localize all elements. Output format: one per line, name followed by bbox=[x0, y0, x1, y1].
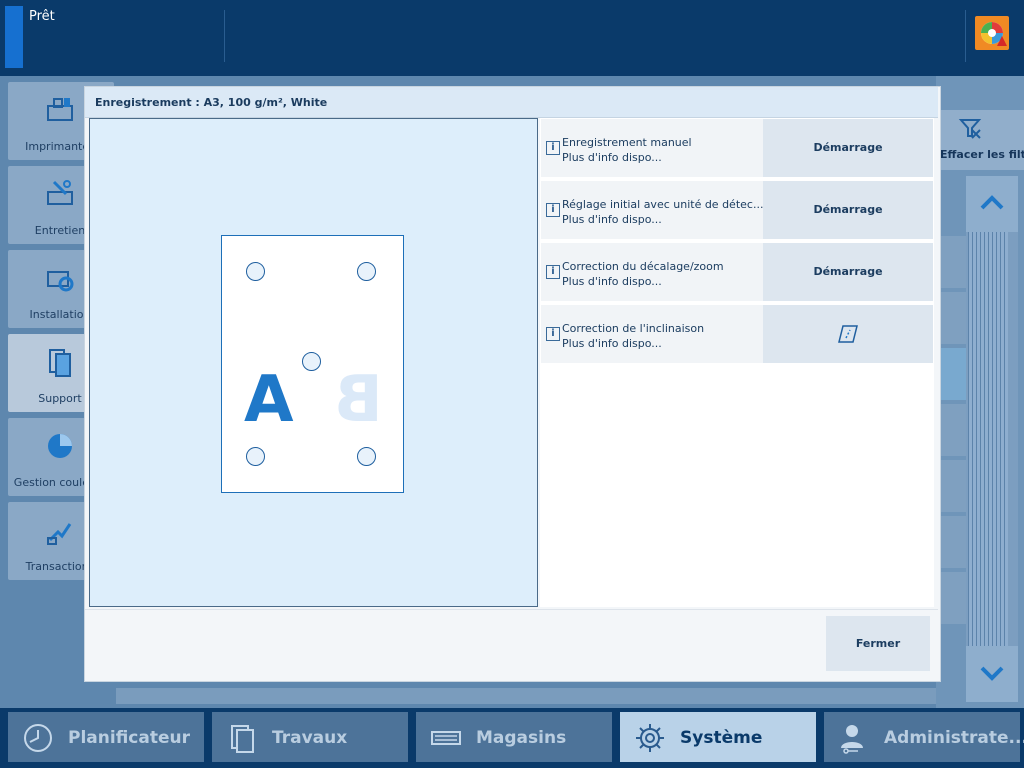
info-icon[interactable]: i bbox=[546, 141, 560, 155]
registration-mark bbox=[357, 262, 376, 281]
option-name: Réglage initial avec unité de détec... bbox=[562, 198, 764, 211]
clear-filters-label: Effacer les filt... bbox=[940, 148, 1024, 161]
transactions-icon bbox=[47, 523, 72, 545]
option-name: Enregistrement manuel bbox=[562, 136, 692, 149]
list-item: i Enregistrement manuel Plus d'info disp… bbox=[541, 119, 933, 177]
tab-label: Administrate... bbox=[884, 728, 1024, 748]
list-item: i Correction de l'inclinaison Plus d'inf… bbox=[541, 305, 933, 363]
printer-icon bbox=[47, 98, 73, 121]
clear-filter-icon bbox=[958, 119, 982, 139]
tab-label: Système bbox=[680, 728, 763, 748]
back-side-letter: B bbox=[334, 363, 383, 437]
list-background bbox=[116, 688, 936, 704]
color-management-icon bbox=[48, 434, 72, 458]
dialog-title-bar: Enregistrement : A3, 100 g/m², White bbox=[85, 87, 938, 118]
list-item: i Réglage initial avec unité de détec...… bbox=[541, 181, 933, 239]
scroll-down-button[interactable] bbox=[966, 646, 1018, 702]
system-alert-icon[interactable] bbox=[975, 16, 1009, 50]
skew-icon bbox=[838, 325, 858, 343]
registration-options-list: i Enregistrement manuel Plus d'info disp… bbox=[540, 118, 934, 607]
info-icon[interactable]: i bbox=[546, 203, 560, 217]
registration-dialog: Enregistrement : A3, 100 g/m², White A B… bbox=[84, 86, 941, 682]
bottom-navigation: Planificateur Travaux Magasins Système A… bbox=[0, 708, 1024, 768]
status-indicator bbox=[5, 6, 23, 68]
registration-mark bbox=[246, 447, 265, 466]
dialog-title: Enregistrement : A3, 100 g/m², White bbox=[95, 96, 328, 109]
skew-correction-button[interactable] bbox=[763, 305, 933, 363]
gear-icon bbox=[636, 724, 664, 752]
option-more-info: Plus d'info dispo... bbox=[562, 337, 662, 350]
list-item: i Correction du décalage/zoom Plus d'inf… bbox=[541, 243, 933, 301]
start-button[interactable]: Démarrage bbox=[763, 243, 933, 301]
sidebar: Imprimantes Entretien Installation Suppo… bbox=[0, 76, 114, 708]
tab-label: Travaux bbox=[272, 728, 348, 748]
option-name: Correction du décalage/zoom bbox=[562, 260, 724, 273]
front-side-letter: A bbox=[244, 363, 294, 437]
tab-administrator[interactable]: Administrate... bbox=[824, 712, 1024, 762]
media-icon bbox=[49, 349, 71, 377]
tab-trays[interactable]: Magasins bbox=[416, 712, 612, 762]
clear-filters-button[interactable]: Effacer les filt... bbox=[936, 110, 1024, 170]
scroll-up-button[interactable] bbox=[966, 176, 1018, 232]
sheet-preview: A B bbox=[221, 235, 404, 493]
tab-scheduler[interactable]: Planificateur bbox=[8, 712, 204, 762]
admin-icon bbox=[841, 725, 863, 754]
dialog-footer: Fermer bbox=[85, 609, 938, 681]
jobs-icon bbox=[231, 725, 254, 753]
top-status-bar: Prêt bbox=[0, 0, 1024, 76]
tab-system[interactable]: Système bbox=[620, 712, 816, 762]
scrollbar-track[interactable] bbox=[966, 176, 1018, 702]
trays-icon bbox=[431, 731, 461, 745]
status-text: Prêt bbox=[29, 9, 55, 24]
registration-mark bbox=[357, 447, 376, 466]
status-divider bbox=[224, 10, 225, 62]
status-divider bbox=[965, 10, 966, 62]
registration-mark bbox=[246, 262, 265, 281]
tab-label: Magasins bbox=[476, 728, 567, 748]
start-button[interactable]: Démarrage bbox=[763, 119, 933, 177]
clock-icon bbox=[24, 724, 52, 752]
option-more-info: Plus d'info dispo... bbox=[562, 275, 662, 288]
option-more-info: Plus d'info dispo... bbox=[562, 213, 662, 226]
start-button[interactable]: Démarrage bbox=[763, 181, 933, 239]
chevron-down-icon bbox=[980, 666, 1004, 681]
installation-icon bbox=[47, 271, 74, 292]
tab-jobs[interactable]: Travaux bbox=[212, 712, 408, 762]
option-more-info: Plus d'info dispo... bbox=[562, 151, 662, 164]
info-icon[interactable]: i bbox=[546, 265, 560, 279]
option-name: Correction de l'inclinaison bbox=[562, 322, 705, 335]
registration-mark bbox=[302, 352, 321, 371]
close-button[interactable]: Fermer bbox=[826, 616, 930, 671]
chevron-up-icon bbox=[980, 195, 1004, 210]
registration-preview: A B bbox=[89, 118, 538, 607]
tab-label: Planificateur bbox=[68, 728, 190, 748]
info-icon[interactable]: i bbox=[546, 327, 560, 341]
maintenance-icon bbox=[47, 180, 73, 205]
